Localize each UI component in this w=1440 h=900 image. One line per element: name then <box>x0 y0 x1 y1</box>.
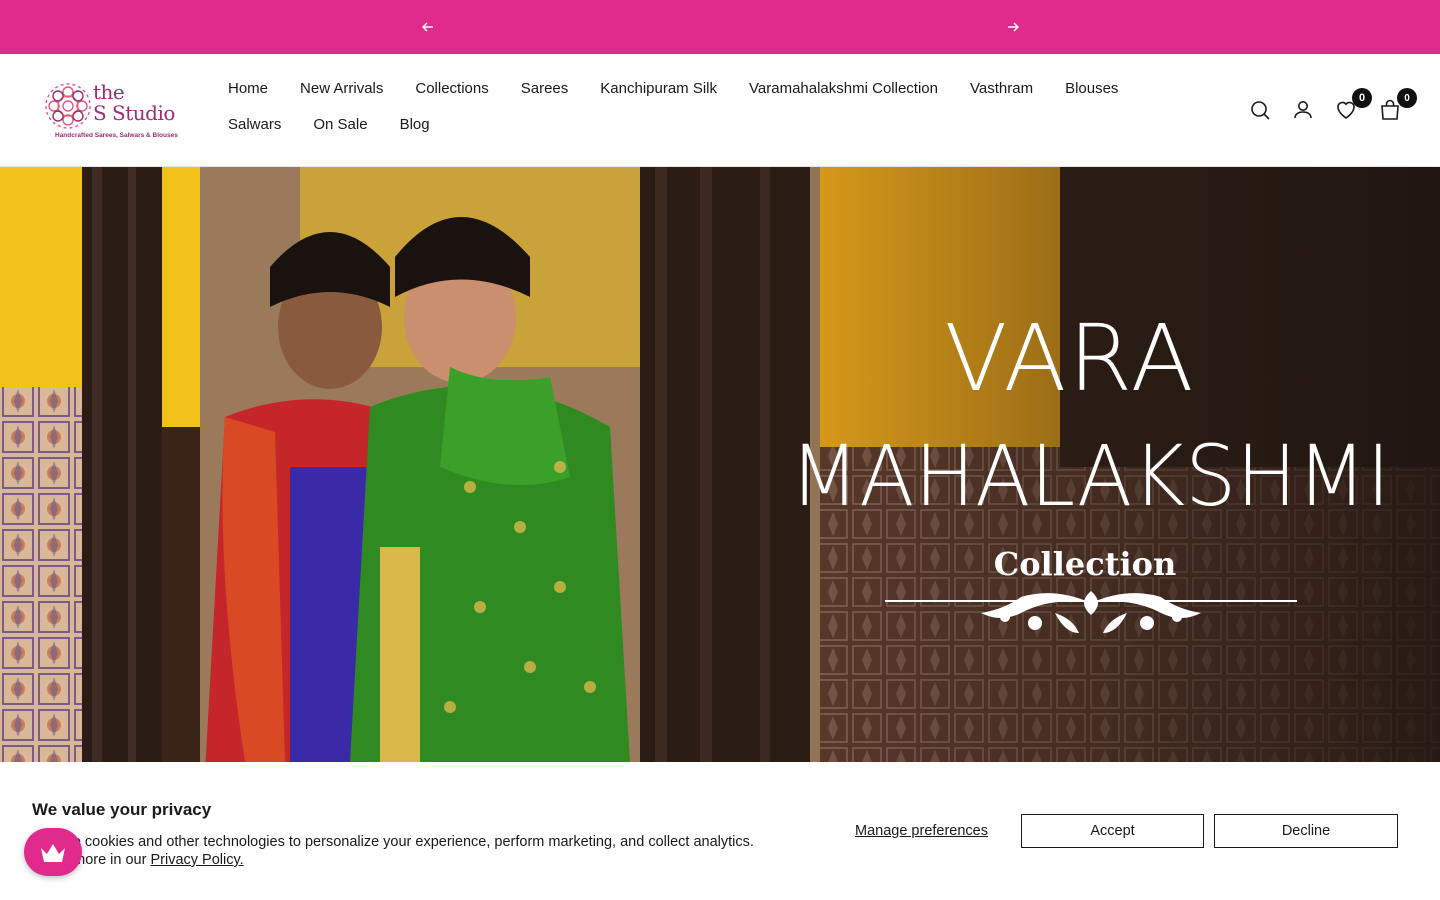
hero-banner[interactable]: VARA MAHALAKSHMI Collection <box>0 167 1440 762</box>
arrow-right-icon <box>1008 22 1019 32</box>
user-icon <box>1294 101 1312 119</box>
brand-logo[interactable]: the S Studio Handcrafted Sarees, Salwars… <box>40 78 190 142</box>
accept-button[interactable]: Accept <box>1021 814 1204 848</box>
crown-icon <box>41 844 65 862</box>
announcement-next-button[interactable] <box>1003 17 1023 37</box>
announcement-prev-button[interactable] <box>418 17 438 37</box>
hero-heading-line1: VARA <box>944 305 1196 412</box>
mandala-logo-icon <box>45 83 91 129</box>
nav-item-salwars[interactable]: Salwars <box>228 114 281 135</box>
privacy-text: We use cookies and other technologies to… <box>32 833 792 869</box>
hero-heading-line3: Collection <box>993 545 1177 583</box>
ornamental-flourish-icon <box>885 591 1297 633</box>
site-header: the S Studio Handcrafted Sarees, Salwars… <box>0 54 1440 167</box>
search-button[interactable] <box>1248 98 1272 122</box>
manage-preferences-link[interactable]: Manage preferences <box>855 823 988 839</box>
brand-tagline: Handcrafted Sarees, Salwars & Blouses <box>55 132 178 139</box>
nav-item-sarees[interactable]: Sarees <box>521 78 569 99</box>
nav-item-on-sale[interactable]: On Sale <box>313 114 367 135</box>
privacy-description: We use cookies and other technologies to… <box>32 834 754 868</box>
search-icon <box>1251 101 1270 120</box>
brand-name-line2: S Studio <box>93 101 175 125</box>
hero-heading: VARA MAHALAKSHMI Collection <box>760 309 1420 584</box>
main-navigation: Home New Arrivals Collections Sarees Kan… <box>228 78 1188 135</box>
account-button[interactable] <box>1291 98 1315 122</box>
nav-item-home[interactable]: Home <box>228 78 268 99</box>
announcement-bar <box>0 0 1440 54</box>
brand-name: the S Studio <box>93 82 175 124</box>
nav-item-blog[interactable]: Blog <box>400 114 430 135</box>
floating-rewards-button[interactable] <box>24 828 82 876</box>
nav-item-varamahalakshmi-collection[interactable]: Varamahalakshmi Collection <box>749 78 938 99</box>
nav-item-kanchipuram-silk[interactable]: Kanchipuram Silk <box>600 78 717 99</box>
arrow-left-icon <box>422 22 433 32</box>
nav-item-new-arrivals[interactable]: New Arrivals <box>300 78 383 99</box>
nav-item-collections[interactable]: Collections <box>415 78 488 99</box>
wishlist-button[interactable]: 0 <box>1334 88 1372 122</box>
nav-item-blouses[interactable]: Blouses <box>1065 78 1118 99</box>
wishlist-count-badge: 0 <box>1352 88 1372 108</box>
nav-item-vasthram[interactable]: Vasthram <box>970 78 1033 99</box>
cart-count-badge: 0 <box>1397 88 1417 108</box>
privacy-policy-link[interactable]: Privacy Policy. <box>150 852 243 868</box>
privacy-title: We value your privacy <box>32 800 212 819</box>
cart-button[interactable]: 0 <box>1378 88 1417 122</box>
privacy-banner: We value your privacy We use cookies and… <box>0 762 1440 900</box>
decline-button[interactable]: Decline <box>1214 814 1398 848</box>
hero-heading-line2: MAHALAKSHMI <box>789 427 1391 525</box>
